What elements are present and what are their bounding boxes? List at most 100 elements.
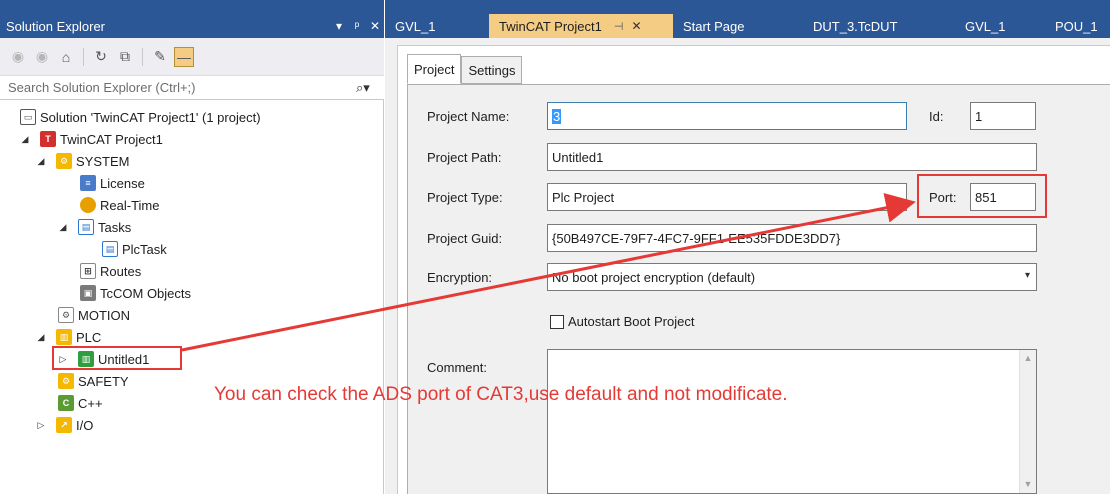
tree-item-label: TwinCAT Project1	[60, 131, 163, 147]
annotation-text: You can check the ADS port of CAT3,use d…	[214, 384, 788, 405]
search-icon[interactable]: ⌕▾	[356, 80, 384, 96]
tab-label: TwinCAT Project1	[499, 18, 602, 34]
project-name-field[interactable]: 3	[547, 102, 907, 130]
solution-explorer-panel: Solution Explorer ▾ ᵖ ✕ ◉ ◉ ⌂ ↻ ⧉ ✎ — Se…	[0, 0, 384, 494]
tree-item-cpp[interactable]: C C++	[58, 392, 103, 414]
tree-item-routes[interactable]: ⊞ Routes	[80, 260, 141, 282]
expanded-arrow-icon[interactable]: ◢	[18, 134, 32, 145]
system-icon: ⚙	[56, 153, 72, 169]
tree-item-tcom-objects[interactable]: ▣ TcCOM Objects	[80, 282, 191, 304]
id-field[interactable]: 1	[970, 102, 1036, 130]
autostart-checkbox[interactable]	[550, 315, 564, 329]
top-strip	[0, 0, 384, 14]
motion-icon: ⚙	[58, 307, 74, 323]
tree-item-system[interactable]: ◢ ⚙ SYSTEM	[34, 150, 129, 172]
project-subtabs: Project Settings	[407, 54, 523, 84]
forward-icon[interactable]: ◉	[32, 47, 52, 67]
close-icon[interactable]: ✕	[366, 19, 384, 33]
encryption-value: No boot project encryption (default)	[552, 269, 756, 285]
search-input[interactable]: Search Solution Explorer (Ctrl+;)	[8, 80, 356, 95]
tree-item-plc[interactable]: ◢ ▥ PLC	[34, 326, 101, 348]
tab-project[interactable]: Project	[407, 54, 462, 84]
dropdown-icon[interactable]: ▾	[330, 19, 348, 33]
history-icon[interactable]: ↻	[91, 47, 111, 67]
project-guid-field[interactable]: {50B497CE-79F7-4FC7-9FF1-EE535FDDE3DD7}	[547, 224, 1037, 252]
tree-item-label: PLC	[76, 329, 102, 345]
tab-twincat-project1[interactable]: TwinCAT Project1 ⊣ ✕	[489, 14, 673, 38]
project-path-field[interactable]: Untitled1	[547, 143, 1037, 171]
encryption-label: Encryption:	[427, 270, 493, 285]
properties-icon[interactable]: ✎	[150, 47, 170, 67]
pin-icon[interactable]: ⊣	[614, 20, 624, 33]
comment-label: Comment:	[427, 360, 487, 375]
top-strip	[385, 0, 1110, 14]
tab-label: DUT_3.TcDUT	[813, 18, 898, 34]
project-guid-value: {50B497CE-79F7-4FC7-9FF1-EE535FDDE3DD7}	[552, 230, 841, 246]
chevron-down-icon[interactable]: ▾	[1025, 270, 1030, 281]
encryption-select[interactable]: No boot project encryption (default) ▾	[547, 263, 1037, 291]
close-tab-icon[interactable]: ✕	[631, 19, 641, 33]
tree-item-label: SYSTEM	[76, 153, 130, 169]
toolbar-divider	[142, 47, 143, 66]
tree-item-label: TcCOM Objects	[100, 285, 192, 301]
preview-icon[interactable]: —	[174, 46, 194, 67]
scroll-up-icon[interactable]: ▲	[1020, 350, 1036, 367]
tree-item-safety[interactable]: ⚙ SAFETY	[58, 370, 129, 392]
tab-gvl1[interactable]: GVL_1	[385, 14, 489, 38]
tab-pou1[interactable]: POU_1	[1045, 14, 1110, 38]
port-highlight-box	[917, 174, 1047, 218]
tree-item-solution[interactable]: ▭ Solution 'TwinCAT Project1' (1 project…	[20, 106, 261, 128]
document-tabs: GVL_1 TwinCAT Project1 ⊣ ✕ Start Page DU…	[385, 14, 1110, 38]
collapse-all-icon[interactable]: ⧉	[115, 47, 135, 67]
tcom-icon: ▣	[80, 285, 96, 301]
project-path-label: Project Path:	[427, 150, 502, 165]
solution-explorer-toolbar: ◉ ◉ ⌂ ↻ ⧉ ✎ —	[0, 38, 384, 76]
tree-item-project[interactable]: ◢ T TwinCAT Project1	[18, 128, 163, 150]
project-name-label: Project Name:	[427, 109, 510, 124]
id-value: 1	[975, 108, 983, 124]
tree-item-plctask[interactable]: ▤ PlcTask	[102, 238, 167, 260]
tree-item-io[interactable]: ▷ ↗ I/O	[34, 414, 93, 436]
tab-start-page[interactable]: Start Page	[673, 14, 793, 38]
project-type-field[interactable]: Plc Project	[547, 183, 907, 211]
back-icon[interactable]: ◉	[8, 47, 28, 67]
tab-label: GVL_1	[965, 18, 1006, 34]
tasks-icon: ▤	[78, 219, 94, 235]
tab-label: Project	[414, 61, 455, 77]
solution-explorer-titlebar: Solution Explorer ▾ ᵖ ✕	[0, 14, 384, 38]
comment-scrollbar[interactable]: ▲ ▼	[1019, 350, 1036, 493]
project-type-value: Plc Project	[552, 189, 615, 205]
tab-settings[interactable]: Settings	[461, 56, 523, 84]
solution-icon: ▭	[20, 109, 36, 125]
tree-item-motion[interactable]: ⚙ MOTION	[58, 304, 130, 326]
project-guid-label: Project Guid:	[427, 231, 503, 246]
project-path-value: Untitled1	[552, 149, 604, 165]
collapsed-arrow-icon[interactable]: ▷	[34, 420, 48, 431]
expanded-arrow-icon[interactable]: ◢	[34, 156, 48, 167]
toolbar-divider	[83, 47, 84, 66]
pin-icon[interactable]: ᵖ	[348, 19, 366, 33]
tab-gvl1-second[interactable]: GVL_1	[943, 14, 1045, 38]
twincat-project-icon: T	[40, 131, 56, 147]
expanded-arrow-icon[interactable]: ◢	[56, 222, 70, 233]
tree-item-label: C++	[78, 395, 103, 411]
safety-icon: ⚙	[58, 373, 74, 389]
tree-item-tasks[interactable]: ◢ ▤ Tasks	[56, 216, 131, 238]
home-icon[interactable]: ⌂	[56, 47, 76, 67]
tree-item-license[interactable]: ≡ License	[80, 172, 145, 194]
tree-item-label: Tasks	[98, 219, 132, 235]
plc-icon: ▥	[56, 329, 72, 345]
io-icon: ↗	[56, 417, 72, 433]
tree-item-label: PlcTask	[122, 241, 167, 257]
tree-item-label: I/O	[76, 417, 94, 433]
routes-icon: ⊞	[80, 263, 96, 279]
comment-textarea[interactable]: ▲ ▼	[547, 349, 1037, 494]
tree-item-realtime[interactable]: Real-Time	[80, 194, 159, 216]
tab-label: POU_1	[1055, 18, 1098, 34]
tab-dut3[interactable]: DUT_3.TcDUT	[793, 14, 943, 38]
realtime-icon	[80, 197, 96, 213]
expanded-arrow-icon[interactable]: ◢	[34, 332, 48, 343]
scroll-down-icon[interactable]: ▼	[1020, 476, 1036, 493]
id-label: Id:	[929, 109, 944, 124]
search-bar[interactable]: Search Solution Explorer (Ctrl+;) ⌕▾	[0, 76, 384, 100]
